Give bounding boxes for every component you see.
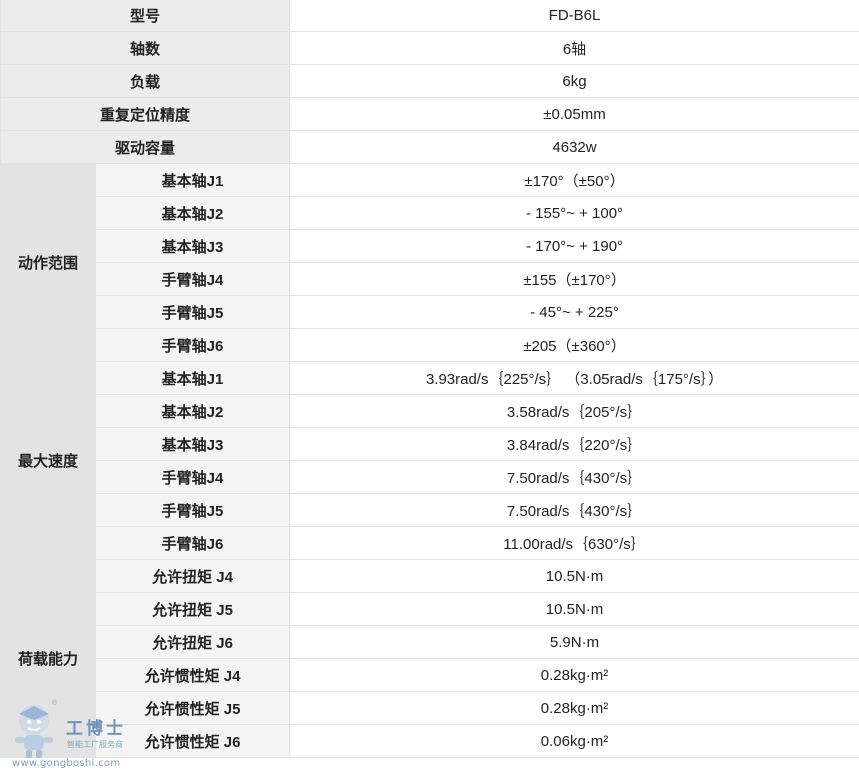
sub-label: 基本轴J3 — [94, 427, 291, 461]
sub-value: 10.5N·m — [289, 559, 859, 593]
row-label-repeatability: 重复定位精度 — [0, 97, 291, 131]
sub-value: 3.84rad/s｛220°/s｝ — [289, 427, 859, 461]
sub-value: - 45°~ + 225° — [289, 295, 859, 329]
watermark-subtitle: 智能工厂服务商 — [67, 740, 123, 749]
table-row-payload: 负载 6kg — [0, 64, 859, 98]
sub-value: ±155（±170°） — [289, 262, 859, 296]
spec-page: 型号 FD-B6L 轴数 6轴 负载 6kg 重复定位精度 ±0.05mm 驱动… — [0, 0, 859, 783]
sub-value: 0.28kg·m² — [289, 691, 859, 725]
table-row-axes: 轴数 6轴 — [0, 31, 859, 65]
sub-label: 基本轴J2 — [94, 394, 291, 428]
sub-value: ±170°（±50°） — [289, 163, 859, 197]
table-row: 手臂轴J4 7.50rad/s｛430°/s｝ — [1, 460, 859, 494]
table-row: 手臂轴J4 ±155（±170°） — [1, 262, 859, 296]
sub-value: - 155°~ + 100° — [289, 196, 859, 230]
sub-label: 手臂轴J5 — [94, 493, 291, 527]
sub-label: 基本轴J3 — [94, 229, 291, 263]
sub-value: 5.9N·m — [289, 625, 859, 659]
watermark-url: www.gongboshi.com — [12, 758, 121, 769]
watermark-brand: 工博士 — [66, 719, 126, 739]
sub-value: 0.28kg·m² — [289, 658, 859, 692]
table-row: 允许惯性矩 J4 0.28kg·m² — [1, 658, 859, 692]
row-value-repeatability: ±0.05mm — [289, 97, 859, 131]
row-label-axes: 轴数 — [0, 31, 291, 65]
table-row: 基本轴J2 3.58rad/s｛205°/s｝ — [1, 394, 859, 428]
row-value-model: FD-B6L — [289, 0, 859, 32]
table-row: 手臂轴J6 ±205（±360°） — [1, 328, 859, 362]
mascot-icon — [15, 705, 53, 758]
sub-value: 3.58rad/s｛205°/s｝ — [289, 394, 859, 428]
table-row: 手臂轴J6 11.00rad/s｛630°/s｝ — [1, 526, 859, 560]
row-value-axes: 6轴 — [289, 31, 859, 65]
sub-label: 手臂轴J4 — [94, 460, 291, 494]
sub-label: 允许扭矩 J4 — [94, 559, 291, 593]
sub-value: 7.50rad/s｛430°/s｝ — [289, 460, 859, 494]
sub-label: 手臂轴J6 — [94, 526, 291, 560]
sub-value: - 170°~ + 190° — [289, 229, 859, 263]
table-row: 最大速度 基本轴J1 3.93rad/s｛225°/s｝ （3.05rad/s｛… — [0, 361, 859, 560]
sub-label: 允许惯性矩 J4 — [94, 658, 291, 692]
table-row: 手臂轴J5 7.50rad/s｛430°/s｝ — [1, 493, 859, 527]
row-value-drive-capacity: 4632w — [289, 130, 859, 164]
row-label-payload: 负载 — [0, 64, 291, 98]
sub-value: ±205（±360°） — [289, 328, 859, 362]
sub-label: 手臂轴J5 — [94, 295, 291, 329]
table-row: 基本轴J2 - 155°~ + 100° — [1, 196, 859, 230]
sub-label: 允许扭矩 J5 — [94, 592, 291, 626]
row-label-model: 型号 — [0, 0, 291, 32]
spec-table: 型号 FD-B6L 轴数 6轴 负载 6kg 重复定位精度 ±0.05mm 驱动… — [0, 0, 859, 758]
row-value-payload: 6kg — [289, 64, 859, 98]
table-row: 荷载能力 允许扭矩 J4 10.5N·m — [0, 559, 859, 758]
sub-value: 11.00rad/s｛630°/s｝ — [289, 526, 859, 560]
table-row: 允许扭矩 J6 5.9N·m — [1, 625, 859, 659]
table-row: 手臂轴J5 - 45°~ + 225° — [1, 295, 859, 329]
table-row: 基本轴J3 - 170°~ + 190° — [1, 229, 859, 263]
watermark-logo: ® 工博士 智能工厂服务商 www.gongboshi.com — [8, 698, 158, 778]
table-row-drive-capacity: 驱动容量 4632w — [0, 130, 859, 164]
sub-value: 10.5N·m — [289, 592, 859, 626]
registered-mark: ® — [52, 700, 58, 707]
table-row-model: 型号 FD-B6L — [0, 0, 859, 32]
sub-value: 7.50rad/s｛430°/s｝ — [289, 493, 859, 527]
row-label-drive-capacity: 驱动容量 — [0, 130, 291, 164]
sub-label: 手臂轴J4 — [94, 262, 291, 296]
table-row: 动作范围 基本轴J1 ±170°（±50°） — [0, 163, 859, 362]
group-label-motion-range: 动作范围 — [0, 163, 96, 362]
sub-value: 0.06kg·m² — [289, 724, 859, 758]
sub-label: 手臂轴J6 — [94, 328, 291, 362]
sub-label: 基本轴J1 — [94, 163, 291, 197]
sub-label: 基本轴J2 — [94, 196, 291, 230]
group-label-max-speed: 最大速度 — [0, 361, 96, 560]
table-row: 基本轴J3 3.84rad/s｛220°/s｝ — [1, 427, 859, 461]
sub-label: 基本轴J1 — [94, 361, 291, 395]
table-row: 允许扭矩 J5 10.5N·m — [1, 592, 859, 626]
sub-value: 3.93rad/s｛225°/s｝ （3.05rad/s｛175°/s｝） — [289, 361, 859, 395]
table-row-repeatability: 重复定位精度 ±0.05mm — [0, 97, 859, 131]
sub-label: 允许扭矩 J6 — [94, 625, 291, 659]
